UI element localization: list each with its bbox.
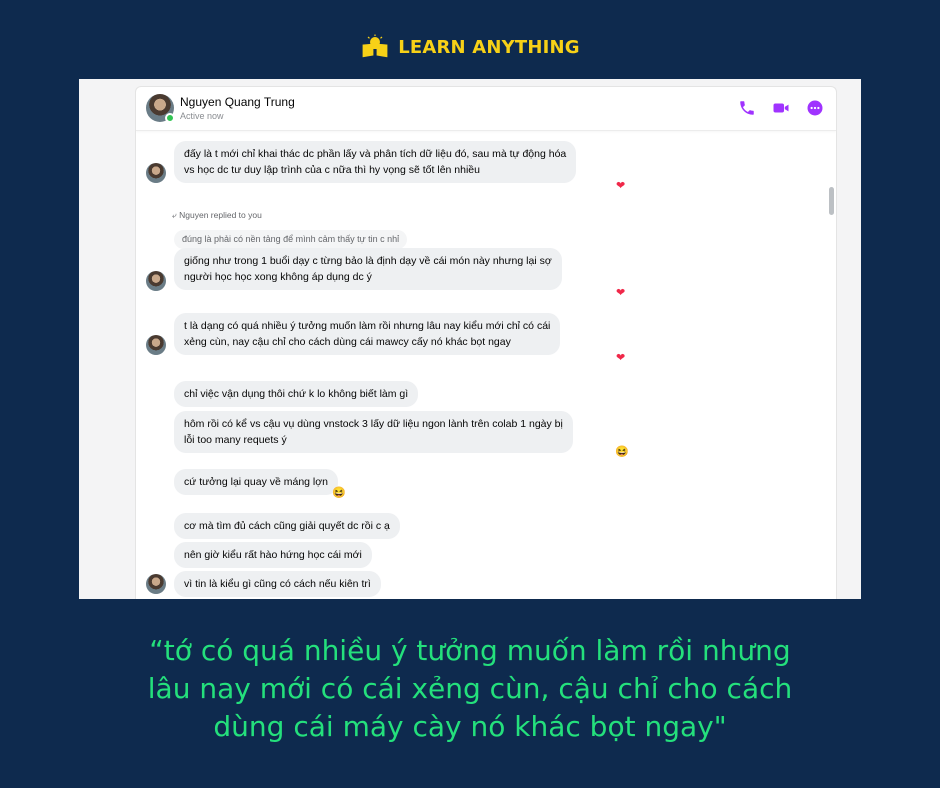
header-actions — [738, 99, 824, 117]
message-bubble[interactable]: giống như trong 1 buổi dạy c từng bảo là… — [174, 248, 562, 290]
laugh-reaction-icon[interactable]: 😆 — [615, 446, 629, 458]
scrollbar[interactable] — [829, 187, 834, 215]
quoted-message[interactable]: đúng là phải có nền tảng để mình cảm thấ… — [174, 230, 408, 249]
quote-line: dùng cái máy cày nó khác bọt ngay" — [213, 710, 727, 743]
highlight-quote: “tớ có quá nhiều ý tưởng muốn làm rồi nh… — [0, 632, 940, 746]
laugh-reaction-icon[interactable]: 😆 — [332, 487, 346, 499]
online-status-dot — [165, 113, 175, 123]
heart-reaction-icon[interactable]: ❤ — [616, 287, 625, 299]
message-bubble[interactable]: chỉ việc vận dụng thôi chứ k lo không bi… — [174, 381, 419, 407]
message-text: xẻng cùn, nay cậu chỉ cho cách dùng cái … — [184, 336, 511, 348]
video-icon[interactable] — [772, 99, 790, 117]
message-text: hôm rồi có kể vs cậu vụ dùng vnstock 3 l… — [184, 418, 563, 430]
more-icon[interactable] — [806, 99, 824, 117]
heart-reaction-icon[interactable]: ❤ — [616, 352, 625, 364]
message-text: t là dạng có quá nhiều ý tưởng muốn làm … — [184, 320, 551, 332]
contact-status: Active now — [180, 111, 224, 121]
message-text: cơ mà tìm đủ cách cũng giải quyết dc rồi… — [184, 520, 390, 532]
avatar[interactable] — [146, 335, 166, 355]
message-bubble[interactable]: t là dạng có quá nhiều ý tưởng muốn làm … — [174, 313, 561, 355]
avatar[interactable] — [146, 574, 166, 594]
message-bubble[interactable]: vì tin là kiểu gì cũng có cách nếu kiên … — [174, 571, 381, 597]
message-bubble[interactable]: đấy là t mới chỉ khai thác dc phần lấy v… — [174, 141, 577, 183]
brand-name: LEARN ANYTHING — [398, 36, 580, 58]
message-text: lỗi too many requets ý — [184, 434, 287, 446]
message-text: đấy là t mới chỉ khai thác dc phần lấy v… — [184, 148, 567, 160]
message-text: vs học dc tư duy lập trình của c nữa thì… — [184, 164, 480, 176]
message-text: giống như trong 1 buổi dạy c từng bảo là… — [184, 255, 552, 267]
message-bubble[interactable]: cơ mà tìm đủ cách cũng giải quyết dc rồi… — [174, 513, 400, 539]
message-bubble[interactable]: hôm rồi có kể vs cậu vụ dùng vnstock 3 l… — [174, 411, 573, 453]
avatar[interactable] — [146, 271, 166, 291]
quote-line: “tớ có quá nhiều ý tưởng muốn làm rồi nh… — [149, 634, 791, 667]
book-bulb-icon — [361, 34, 389, 59]
chat-header: Nguyen Quang Trung Active now — [136, 87, 836, 131]
brand-header: LEARN ANYTHING — [0, 34, 940, 60]
chat-screenshot: Nguyen Quang Trung Active now đấy là t m… — [79, 79, 861, 599]
message-bubble[interactable]: nên giờ kiểu rất hào hứng học cái mới — [174, 542, 372, 568]
avatar[interactable] — [146, 163, 166, 183]
message-text: vì tin là kiểu gì cũng có cách nếu kiên … — [184, 578, 371, 590]
quote-line: lâu nay mới có cái xẻng cùn, cậu chỉ cho… — [147, 672, 793, 705]
message-text: chỉ việc vận dụng thôi chứ k lo không bi… — [184, 388, 409, 400]
phone-icon[interactable] — [738, 99, 756, 117]
reply-label: ⤶ Nguyen replied to you — [172, 210, 262, 220]
heart-reaction-icon[interactable]: ❤ — [616, 180, 625, 192]
message-text: người học học xong không áp dụng dc ý — [184, 271, 372, 283]
contact-name[interactable]: Nguyen Quang Trung — [180, 95, 295, 109]
chat-window: Nguyen Quang Trung Active now đấy là t m… — [135, 86, 837, 599]
message-bubble[interactable]: cứ tưởng lại quay về máng lợn — [174, 469, 338, 495]
message-text: nên giờ kiểu rất hào hứng học cái mới — [184, 549, 362, 561]
message-text: cứ tưởng lại quay về máng lợn — [184, 476, 328, 488]
